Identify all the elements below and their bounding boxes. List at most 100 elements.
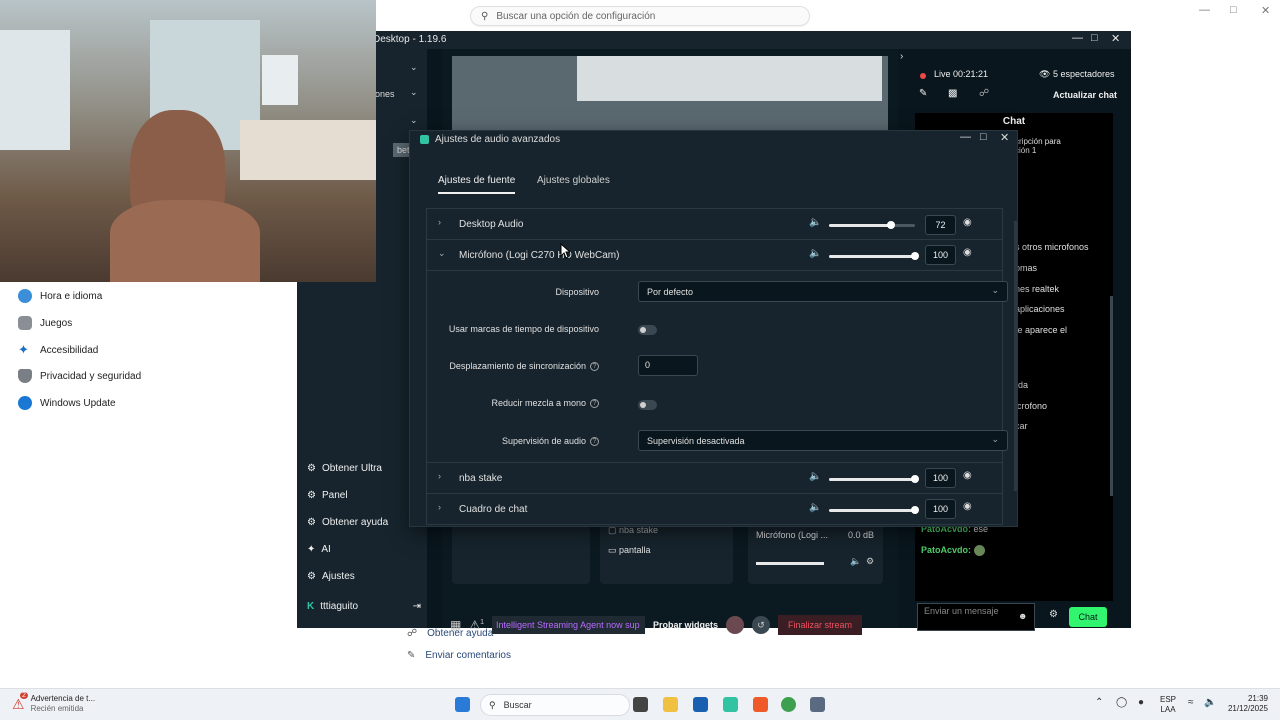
slider-knob[interactable] (887, 221, 895, 229)
nav-item-privacy[interactable]: Privacidad y seguridad (18, 369, 141, 383)
nav-item-windows-update[interactable]: Windows Update (18, 396, 116, 410)
file-explorer-icon[interactable] (663, 697, 678, 712)
microphone-icon[interactable]: ● (1138, 697, 1144, 708)
eye-icon[interactable]: ◉ (963, 217, 972, 228)
agent-banner[interactable]: Intelligent Streaming Agent now sup (492, 615, 646, 634)
user-profile[interactable]: Ktttiaguito ⇥ (307, 601, 421, 612)
stats-icon[interactable]: ▦ (450, 618, 461, 632)
minimize-icon[interactable]: — (960, 131, 971, 143)
chat-scrollbar[interactable] (1110, 296, 1113, 496)
speaker-icon[interactable]: 🔈 (809, 217, 821, 228)
mono-toggle[interactable] (638, 400, 657, 410)
end-stream-button[interactable]: Finalizar stream (778, 614, 863, 635)
chevron-up-icon[interactable]: ⌃ (1095, 697, 1103, 708)
tab-global-settings[interactable]: Ajustes globales (537, 175, 610, 186)
language-indicator[interactable]: ESP LAA (1160, 695, 1176, 715)
get-help-button[interactable]: ⚙ Obtener ayuda (307, 517, 388, 528)
send-feedback-link[interactable]: ✎ Enviar comentarios (407, 650, 511, 661)
minimize-icon[interactable]: — (1072, 32, 1083, 44)
source-row-desktop-audio[interactable]: › Desktop Audio 🔈 72 ◉ (426, 208, 1003, 240)
logout-icon[interactable]: ⇥ (413, 601, 421, 612)
dashboard-button[interactable]: ⚙ Panel (307, 490, 348, 501)
edit-icon[interactable]: ✎ (919, 88, 927, 99)
device-select[interactable]: Por defecto ⌄ (638, 281, 1008, 302)
speaker-icon[interactable]: 🔈 (809, 248, 821, 259)
stream-info-icon[interactable]: ▩ (948, 88, 957, 99)
chat-send-button[interactable]: Chat (1069, 607, 1107, 627)
chevron-down-icon[interactable]: ⌄ (410, 87, 418, 98)
streamlabs-app-icon[interactable] (723, 697, 738, 712)
chevron-right-icon[interactable]: › (438, 471, 441, 481)
speaker-icon[interactable]: 🔈 (850, 556, 861, 567)
chevron-right-icon[interactable]: › (438, 502, 441, 512)
volume-input[interactable]: 100 (925, 245, 956, 265)
brave-browser-icon[interactable] (753, 697, 768, 712)
chevron-right-icon[interactable]: › (438, 217, 441, 227)
minimize-icon[interactable]: — (1199, 4, 1210, 16)
slider-knob[interactable] (911, 506, 919, 514)
chat-input[interactable]: Enviar un mensaje ☻ (917, 603, 1035, 631)
maximize-icon[interactable]: □ (1091, 32, 1098, 44)
taskbar-search[interactable]: ⚲ Buscar (480, 694, 630, 716)
chevron-down-icon[interactable]: ⌄ (410, 62, 418, 73)
ai-button[interactable]: ✦ AI (307, 544, 331, 555)
close-icon[interactable]: ✕ (1261, 4, 1270, 17)
nav-item-gaming[interactable]: Juegos (18, 316, 72, 330)
eye-icon[interactable]: ◉ (963, 247, 972, 258)
settings-app-icon[interactable] (810, 697, 825, 712)
volume-slider[interactable] (829, 506, 919, 514)
clock[interactable]: 21:39 21/12/2025 (1224, 694, 1268, 714)
wifi-icon[interactable]: ≈ (1188, 697, 1194, 708)
update-chat-button[interactable]: Actualizar chat (1053, 90, 1117, 100)
volume-slider[interactable] (829, 252, 919, 260)
volume-input[interactable]: 100 (925, 468, 956, 488)
speaker-icon[interactable]: 🔈 (809, 502, 821, 513)
timestamps-toggle[interactable] (638, 325, 657, 335)
alert-icon[interactable]: ⚠1 (469, 618, 484, 632)
source-row-microphone[interactable]: ⌄ Micrófono (Logi C270 HD WebCam) 🔈 100 … (427, 240, 1002, 271)
tab-source-settings[interactable]: Ajustes de fuente (438, 175, 516, 194)
network-status-icon[interactable]: ◯ (1116, 697, 1127, 708)
source-row-chat-box[interactable]: › Cuadro de chat 🔈 100 ◉ (426, 493, 1003, 525)
dialog-scrollbar[interactable] (1014, 221, 1017, 491)
notification-item[interactable]: ⚠ 2 Advertencia de t... Recién emitida (12, 691, 95, 714)
volume-input[interactable]: 100 (925, 499, 956, 519)
eye-icon[interactable]: ◉ (963, 470, 972, 481)
get-ultra-button[interactable]: ⚙ Obtener Ultra (307, 463, 382, 474)
store-icon[interactable] (693, 697, 708, 712)
chevron-right-icon[interactable]: › (900, 51, 903, 62)
eye-icon[interactable]: ◉ (963, 501, 972, 512)
chevron-down-icon[interactable]: ⌄ (438, 248, 446, 259)
maximize-icon[interactable]: □ (980, 131, 987, 143)
close-icon[interactable]: ✕ (1111, 32, 1120, 45)
nav-item-time-language[interactable]: Hora e idioma (18, 289, 102, 303)
source-row-nba-stake[interactable]: › nba stake 🔈 100 ◉ (426, 462, 1003, 494)
gear-icon[interactable]: ⚙ (866, 556, 874, 567)
help-icon[interactable]: ? (590, 398, 599, 408)
rec-button[interactable] (726, 615, 745, 634)
task-view-icon[interactable] (633, 697, 648, 712)
mixer-slider[interactable] (756, 562, 824, 565)
speaker-icon[interactable]: 🔈 (809, 471, 821, 482)
test-widgets-button[interactable]: Probar widgets (653, 620, 718, 630)
share-icon[interactable]: ☍ (979, 88, 989, 99)
emoji-icon[interactable]: ☻ (1018, 611, 1027, 621)
slider-knob[interactable] (911, 475, 919, 483)
nav-item-accessibility[interactable]: ✦ Accesibilidad (18, 342, 98, 358)
replay-icon[interactable]: ↺ (752, 615, 771, 634)
chrome-icon[interactable] (781, 697, 796, 712)
windows-start-icon[interactable] (455, 697, 470, 712)
source-item[interactable]: ▭ pantalla (608, 545, 651, 556)
maximize-icon[interactable]: □ (1230, 4, 1237, 16)
chevron-down-icon[interactable]: ⌄ (410, 115, 418, 126)
volume-input[interactable]: 72 (925, 215, 956, 235)
gear-icon[interactable]: ⚙ (1049, 609, 1058, 620)
volume-slider[interactable] (829, 475, 919, 483)
monitoring-select[interactable]: Supervisión desactivada ⌄ (638, 430, 1008, 451)
help-icon[interactable]: ? (590, 436, 599, 446)
slider-knob[interactable] (911, 252, 919, 260)
volume-slider[interactable] (829, 221, 895, 229)
settings-search-input[interactable]: ⚲ Buscar una opción de configuración (470, 6, 810, 26)
close-icon[interactable]: ✕ (1000, 131, 1009, 144)
sync-offset-input[interactable]: 0 (638, 355, 698, 376)
